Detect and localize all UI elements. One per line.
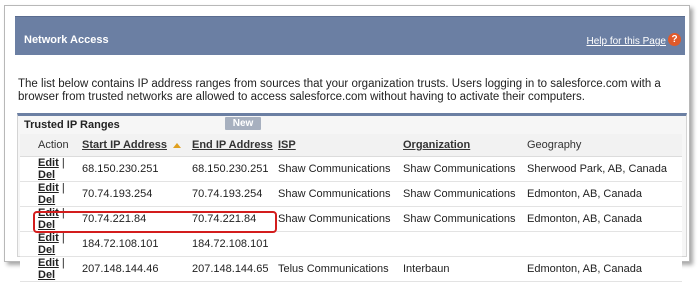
page-title: Network Access	[24, 34, 109, 46]
organization-cell	[403, 231, 527, 257]
del-link[interactable]: Del	[38, 269, 55, 281]
page-frame: Network Access Help for this Page ? The …	[4, 5, 690, 282]
action-separator: |	[61, 232, 65, 244]
isp-cell: Shaw Communications	[278, 181, 403, 207]
action-separator: |	[61, 182, 65, 194]
table-row: Edit | Del 68.150.230.251 68.150.230.251…	[20, 156, 682, 182]
row-actions: Edit | Del	[20, 231, 82, 257]
help-link[interactable]: Help for this Page	[587, 36, 667, 47]
column-header-start-ip-label[interactable]: Start IP Address	[82, 139, 167, 151]
trusted-ip-panel: Trusted IP Ranges New Action Start IP Ad…	[17, 113, 687, 282]
highlight-annotation	[33, 211, 277, 233]
del-link[interactable]: Del	[38, 169, 55, 181]
end-ip-cell: 207.148.144.65	[192, 256, 278, 282]
start-ip-cell: 70.74.193.254	[82, 181, 192, 207]
row-actions: Edit | Del	[20, 256, 82, 282]
isp-cell: Shaw Communications	[278, 206, 403, 232]
table-row: Edit | Del 70.74.193.254 70.74.193.254 S…	[20, 181, 682, 207]
geography-cell: Edmonton, AB, Canada	[527, 256, 682, 282]
edit-link[interactable]: Edit	[38, 157, 59, 169]
geography-cell	[527, 231, 682, 257]
column-header-geography: Geography	[527, 134, 682, 157]
new-button[interactable]: New	[225, 117, 261, 130]
geography-cell: Sherwood Park, AB, Canada	[527, 156, 682, 182]
action-separator: |	[61, 157, 65, 169]
action-separator: |	[61, 257, 65, 269]
isp-cell: Telus Communications	[278, 256, 403, 282]
del-link[interactable]: Del	[38, 194, 55, 206]
start-ip-cell: 184.72.108.101	[82, 231, 192, 257]
organization-cell: Shaw Communications	[403, 206, 527, 232]
organization-cell: Shaw Communications	[403, 156, 527, 182]
help-icon[interactable]: ?	[668, 33, 681, 46]
column-header-organization[interactable]: Organization	[403, 134, 527, 157]
del-link[interactable]: Del	[38, 244, 55, 256]
table-row: Edit | Del 184.72.108.101 184.72.108.101	[20, 231, 682, 257]
trusted-ip-table: Action Start IP Address End IP Address I…	[20, 134, 682, 282]
isp-cell	[278, 231, 403, 257]
geography-cell: Edmonton, AB, Canada	[527, 181, 682, 207]
column-header-end-ip[interactable]: End IP Address	[192, 134, 278, 157]
edit-link[interactable]: Edit	[38, 257, 59, 269]
end-ip-cell: 70.74.193.254	[192, 181, 278, 207]
column-header-isp[interactable]: ISP	[278, 134, 403, 157]
sort-ascending-icon[interactable]	[172, 142, 181, 148]
table-header-row: Action Start IP Address End IP Address I…	[20, 134, 682, 157]
page-header: Network Access Help for this Page ?	[15, 16, 685, 55]
start-ip-cell: 207.148.144.46	[82, 256, 192, 282]
table-row: Edit | Del 207.148.144.46 207.148.144.65…	[20, 256, 682, 282]
organization-cell: Interbaun	[403, 256, 527, 282]
edit-link[interactable]: Edit	[38, 182, 59, 194]
edit-link[interactable]: Edit	[38, 232, 59, 244]
row-actions: Edit | Del	[20, 181, 82, 207]
isp-cell: Shaw Communications	[278, 156, 403, 182]
end-ip-cell: 68.150.230.251	[192, 156, 278, 182]
geography-cell: Edmonton, AB, Canada	[527, 206, 682, 232]
description-text: The list below contains IP address range…	[18, 78, 661, 103]
organization-cell: Shaw Communications	[403, 181, 527, 207]
column-header-action: Action	[20, 134, 82, 157]
column-header-start-ip[interactable]: Start IP Address	[82, 134, 192, 157]
end-ip-cell: 184.72.108.101	[192, 231, 278, 257]
panel-title: Trusted IP Ranges	[24, 119, 120, 131]
row-actions: Edit | Del	[20, 156, 82, 182]
start-ip-cell: 68.150.230.251	[82, 156, 192, 182]
